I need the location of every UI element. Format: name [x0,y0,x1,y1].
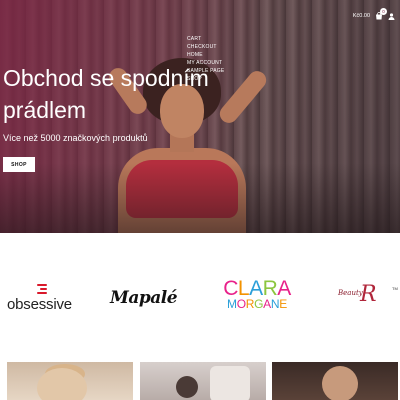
menu-item-checkout[interactable]: CHECKOUT [187,43,224,51]
cart-count-badge: 0 [380,8,387,15]
main-menu: CART CHECKOUT HOME MY ACCOUNT SAMPLE PAG… [187,35,224,83]
header-cart-area: Kč0.00 0 [353,8,395,20]
brand-logo-clara-morgane[interactable]: CLARA MORGANE [220,277,294,311]
category-tile-1[interactable] [7,362,133,400]
clara-wordmark: CLARA [223,277,291,300]
user-icon[interactable] [388,12,395,20]
menu-item-shop[interactable]: SHOP [187,75,224,83]
hero-banner: Obchod se spodním prádlem Více než 5000 … [0,0,400,233]
category-tile-2[interactable] [140,362,266,400]
menu-item-home[interactable]: HOME [187,51,224,59]
brand-logos: obsessive Mapalé CLARA MORGANE Beauty R … [0,270,400,330]
category-tile-3[interactable] [272,362,398,400]
menu-item-sample-page[interactable]: SAMPLE PAGE [187,67,224,75]
shop-button[interactable]: SHOP [3,157,35,172]
morgane-wordmark: MORGANE [227,297,287,311]
menu-item-my-account[interactable]: MY ACCOUNT [187,59,224,67]
brand-logo-mapale[interactable]: Mapalé [110,288,178,308]
category-tiles [0,362,400,400]
hero-shade [0,163,400,233]
menu-item-cart[interactable]: CART [187,35,224,43]
brand-logo-obsessive[interactable]: obsessive [7,284,77,314]
obsessive-mark-icon [37,284,47,296]
brand-logo-beauty-night[interactable]: Beauty R TM [338,282,400,316]
shopping-bag-icon[interactable]: 0 [375,8,387,20]
beauty-trademark: TM [392,286,398,291]
cart-amount[interactable]: Kč0.00 [353,13,370,19]
hero-subtitle: Více než 5000 značkových produktů [3,133,148,143]
beauty-monogram: R [360,282,377,307]
obsessive-wordmark: obsessive [7,296,72,313]
